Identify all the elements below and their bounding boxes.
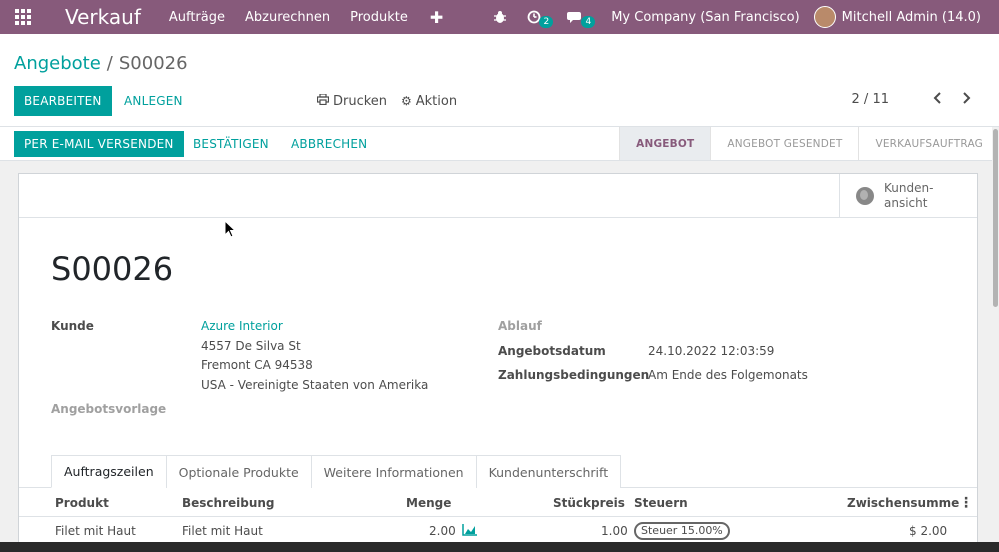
column-subtotal[interactable]: Zwischensumme xyxy=(847,496,959,510)
payment-terms-label: Zahlungsbedingungen xyxy=(498,368,650,382)
address-line-1: 4557 De Silva St xyxy=(201,339,301,353)
clock-icon[interactable]: 2 xyxy=(517,10,554,28)
column-description[interactable]: Beschreibung xyxy=(182,496,275,510)
record-title: S00026 xyxy=(51,250,174,288)
user-menu[interactable]: Mitchell Admin (14.0) xyxy=(813,6,999,28)
bug-icon[interactable] xyxy=(483,10,517,24)
cell-unit-price: 1.00 xyxy=(601,524,628,538)
breadcrumb-quotations[interactable]: Angebote xyxy=(14,53,101,74)
pager-previous-icon[interactable] xyxy=(933,92,943,108)
column-options-icon[interactable]: ⋮ xyxy=(959,495,973,511)
menu-item-orders[interactable]: Aufträge xyxy=(159,10,235,25)
address-line-2: Fremont CA 94538 xyxy=(201,358,313,372)
messages-count-badge: 4 xyxy=(581,16,596,28)
print-button[interactable]: Drucken xyxy=(316,86,388,116)
customer-preview-label: Kunden-ansicht xyxy=(884,181,934,210)
quotation-date-label: Angebotsdatum xyxy=(498,344,606,358)
apps-menu-icon[interactable] xyxy=(0,0,46,34)
tab-optional-products[interactable]: Optionale Produkte xyxy=(165,455,312,488)
column-unit-price[interactable]: Stückpreis xyxy=(553,496,625,510)
mouse-cursor-icon xyxy=(224,220,236,238)
address-line-3: USA - Vereinigte Staaten von Amerika xyxy=(201,378,429,392)
notebook-tabs: Auftragszeilen Optionale Produkte Weiter… xyxy=(51,455,622,488)
pager-value[interactable]: 2 / 11 xyxy=(852,92,889,107)
print-icon xyxy=(316,93,330,108)
smart-button-box: Kunden-ansicht xyxy=(19,174,977,218)
customer-label: Kunde xyxy=(51,319,94,333)
cell-product: Filet mit Haut xyxy=(55,524,136,538)
column-product[interactable]: Produkt xyxy=(55,496,109,510)
chat-icon[interactable]: 4 xyxy=(557,10,596,28)
create-button[interactable]: ANLEGEN xyxy=(124,86,183,116)
customer-preview-button[interactable]: Kunden-ansicht xyxy=(839,174,977,218)
tab-order-lines[interactable]: Auftragszeilen xyxy=(51,455,167,488)
app-brand[interactable]: Verkauf xyxy=(46,5,159,29)
cancel-button[interactable]: ABBRECHEN xyxy=(291,131,367,157)
edit-button[interactable]: BEARBEITEN xyxy=(14,86,112,116)
form-statusbar: PER E-MAIL VERSENDEN BESTÄTIGEN ABBRECHE… xyxy=(0,127,999,161)
activity-count-badge: 2 xyxy=(539,16,554,28)
customer-link[interactable]: Azure Interior xyxy=(201,319,283,333)
bottom-edge xyxy=(0,542,999,552)
breadcrumb-current: S00026 xyxy=(118,53,188,74)
breadcrumb-separator: / xyxy=(106,53,113,74)
action-label: Aktion xyxy=(415,93,458,109)
globe-icon xyxy=(856,187,874,205)
scrollbar-thumb[interactable] xyxy=(993,129,998,307)
template-label: Angebotsvorlage xyxy=(51,402,167,416)
top-navbar: Verkauf Aufträge Abzurechnen Produkte ✚ … xyxy=(0,0,999,34)
gear-icon: ⚙ xyxy=(401,94,412,108)
menu-item-products[interactable]: Produkte xyxy=(340,10,418,25)
forecast-chart-icon[interactable] xyxy=(462,524,478,536)
user-name: Mitchell Admin (14.0) xyxy=(841,9,981,25)
stage-quotation-sent[interactable]: ANGEBOT GESENDET xyxy=(710,127,858,160)
form-sheet: Kunden-ansicht S00026 Kunde Azure Interi… xyxy=(18,173,978,552)
table-header: Produkt Beschreibung Menge Stückpreis St… xyxy=(19,488,977,517)
company-switcher[interactable]: My Company (San Francisco) xyxy=(593,10,813,25)
send-by-email-button[interactable]: PER E-MAIL VERSENDEN xyxy=(14,131,184,157)
quotation-date-value: 24.10.2022 12:03:59 xyxy=(648,344,775,358)
tab-other-info[interactable]: Weitere Informationen xyxy=(310,455,477,488)
cell-description: Filet mit Haut xyxy=(182,524,263,538)
column-quantity[interactable]: Menge xyxy=(406,496,451,510)
table-row[interactable]: Filet mit Haut Filet mit Haut 2.00 1.00 … xyxy=(19,518,977,545)
pager-next-icon[interactable] xyxy=(961,92,971,108)
menu-item-to-invoice[interactable]: Abzurechnen xyxy=(235,10,340,25)
avatar xyxy=(813,6,836,28)
payment-terms-value: Am Ende des Folgemonats xyxy=(648,368,808,382)
print-label: Drucken xyxy=(333,93,388,109)
navbar-systray: 2 4 My Company (San Francisco) Mitchell … xyxy=(483,0,999,34)
column-taxes[interactable]: Steuern xyxy=(634,496,688,510)
breadcrumb: Angebote / S00026 xyxy=(14,53,188,74)
confirm-button[interactable]: BESTÄTIGEN xyxy=(193,131,269,157)
cell-subtotal: $ 2.00 xyxy=(909,524,948,538)
plus-icon[interactable]: ✚ xyxy=(418,8,455,27)
tax-badge: Steuer 15.00% xyxy=(634,522,730,540)
status-stages: ANGEBOT ANGEBOT GESENDET VERKAUFSAUFTRAG xyxy=(619,127,999,160)
control-panel: Angebote / S00026 BEARBEITEN ANLEGEN Druck… xyxy=(0,34,999,127)
stage-sales-order[interactable]: VERKAUFSAUFTRAG xyxy=(858,127,999,160)
action-button[interactable]: ⚙ Aktion xyxy=(401,86,457,116)
tab-customer-signature[interactable]: Kundenunterschrift xyxy=(475,455,622,488)
expiry-label: Ablauf xyxy=(498,319,542,333)
stage-quotation[interactable]: ANGEBOT xyxy=(619,127,711,160)
cell-quantity: 2.00 xyxy=(429,524,456,538)
